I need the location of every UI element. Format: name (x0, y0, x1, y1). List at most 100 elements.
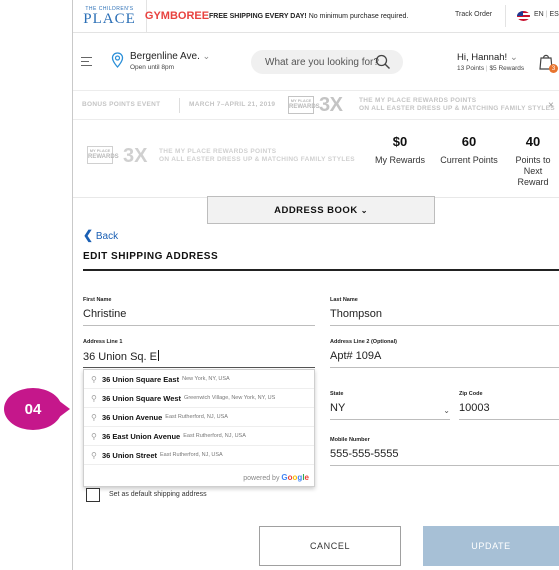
back-link[interactable]: ❮ Back (83, 228, 118, 242)
hamburger-menu-icon[interactable] (81, 57, 92, 69)
address-line1-value: 36 Union Sq. E (83, 351, 157, 363)
autocomplete-suggestion[interactable]: ⚲ 36 Union Square East New York, NY, USA (84, 370, 314, 389)
cancel-button[interactable]: CANCEL (259, 526, 401, 566)
free-shipping-message: FREE SHIPPING EVERY DAY! No minimum purc… (209, 13, 408, 20)
last-name-label: Last Name (330, 297, 358, 303)
powered-by-text: powered by (243, 475, 280, 482)
gymboree-logo[interactable]: GYMBOREE (145, 0, 209, 33)
suggestion-secondary: East Rutherford, NJ, USA (183, 433, 246, 439)
field-underline (330, 419, 450, 420)
lang-en[interactable]: EN (534, 11, 544, 18)
page-title: EDIT SHIPPING ADDRESS (83, 251, 219, 262)
autocomplete-suggestion[interactable]: ⚲ 36 Union Avenue East Rutherford, NJ, U… (84, 408, 314, 427)
field-underline (83, 367, 315, 368)
suggestion-main: 36 East Union Avenue (102, 431, 181, 441)
stat-label: Points to Next Reward (515, 155, 551, 187)
address-book-label: ADDRESS BOOK (274, 204, 358, 216)
first-name-label: First Name (83, 297, 112, 303)
update-button[interactable]: UPDATE (423, 526, 559, 566)
search-icon[interactable] (375, 54, 391, 70)
autocomplete-suggestion[interactable]: ⚲ 36 East Union Avenue East Rutherford, … (84, 427, 314, 446)
map-marker-icon: ⚲ (91, 374, 97, 384)
free-shipping-bold: FREE SHIPPING EVERY DAY! (209, 12, 307, 20)
suggestion-secondary: East Rutherford, NJ, USA (160, 452, 223, 458)
map-marker-icon: ⚲ (91, 393, 97, 403)
promo-line1: THE MY PLACE REWARDS POINTS (359, 97, 477, 104)
close-icon[interactable]: × (548, 100, 554, 111)
tcp-logo[interactable]: THE CHILDREN'S PLACE (73, 0, 147, 33)
app-window: THE CHILDREN'S PLACE GYMBOREE FREE SHIPP… (73, 0, 559, 570)
free-shipping-rest: No minimum purchase required. (306, 12, 409, 20)
field-underline (330, 465, 559, 466)
address-autocomplete-dropdown: ⚲ 36 Union Square East New York, NY, USA… (83, 369, 315, 487)
stat-value: 60 (461, 134, 477, 149)
address-line1-field[interactable]: Address Line 1 36 Union Sq. E (83, 339, 315, 368)
stat-points-to-next: 40 Points to Next Reward (507, 134, 559, 188)
points-count: 13 Points (457, 65, 485, 72)
stat-my-rewards: $0 My Rewards (365, 134, 435, 166)
logo-mid: REWARDS (88, 154, 119, 160)
state-value[interactable]: NY (330, 402, 450, 416)
address-line2-label: Address Line 2 (Optional) (330, 339, 397, 345)
first-name-value[interactable]: Christine (83, 308, 315, 322)
address-line1-input[interactable]: 36 Union Sq. E (83, 350, 315, 364)
powered-by-google: powered by Google (243, 473, 309, 482)
store-name: Bergenline Ave. (130, 51, 200, 62)
us-flag-icon[interactable] (517, 11, 530, 21)
chevron-down-icon[interactable]: ⌄ (443, 406, 450, 415)
stat-label: Current Points (440, 155, 498, 165)
suggestion-secondary: East Rutherford, NJ, USA (165, 414, 228, 420)
suggestion-secondary: New York, NY, USA (182, 376, 230, 382)
map-marker-icon: ⚲ (91, 412, 97, 422)
zip-code-value[interactable]: 10003 (459, 402, 559, 416)
promo-divider (179, 98, 180, 113)
address-book-dropdown[interactable]: ADDRESS BOOK ⌄ (207, 196, 435, 224)
last-name-field[interactable]: Last Name Thompson (330, 297, 559, 326)
rewards-line1: THE MY PLACE REWARDS POINTS (159, 148, 277, 155)
cart-count-badge: 3 (549, 64, 558, 73)
promo-event: BONUS POINTS EVENT (82, 101, 161, 108)
language-switch[interactable]: EN | ES (534, 11, 559, 18)
last-name-value[interactable]: Thompson (330, 308, 559, 322)
suggestion-main: 36 Union Avenue (102, 412, 163, 422)
default-address-checkbox[interactable] (86, 488, 100, 502)
mobile-number-field[interactable]: Mobile Number 555-555-5555 (330, 437, 559, 466)
stat-current-points: 60 Current Points (435, 134, 503, 166)
map-marker-icon: ⚲ (91, 431, 97, 441)
divider (505, 5, 506, 27)
logo-mid: REWARDS (289, 104, 320, 110)
address-line2-value[interactable]: Apt# 109A (330, 350, 559, 364)
lang-sep: | (545, 11, 548, 18)
store-selector[interactable]: Bergenline Ave. ⌄ (130, 51, 210, 62)
stat-label: My Rewards (374, 155, 425, 165)
rewards-summary: MY PLACE REWARDS 3X THE MY PLACE REWARDS… (73, 121, 559, 197)
zip-code-label: Zip Code (459, 391, 483, 397)
chevron-down-icon: ⌄ (509, 52, 518, 63)
rewards-amount: $5 Rewards (489, 65, 525, 72)
field-underline (83, 325, 315, 326)
state-select[interactable]: State NY ⌄ (330, 391, 450, 420)
first-name-field[interactable]: First Name Christine (83, 297, 315, 326)
store-hours: Open until 8pm (130, 64, 175, 71)
search-input[interactable]: What are you looking for? (251, 50, 403, 74)
track-order-link[interactable]: Track Order (455, 11, 492, 18)
promo-description: THE MY PLACE REWARDS POINTS ON ALL EASTER… (359, 97, 555, 113)
map-pin-icon[interactable] (111, 52, 124, 68)
autocomplete-suggestion[interactable]: ⚲ 36 Union Street East Rutherford, NJ, U… (84, 446, 314, 465)
account-menu[interactable]: Hi, Hannah! ⌄ (457, 52, 518, 63)
tcp-logo-big: PLACE (83, 10, 136, 27)
chevron-left-icon: ❮ (83, 228, 94, 242)
autocomplete-suggestion[interactable]: ⚲ 36 Union Square West Greenwich Village… (84, 389, 314, 408)
map-marker-icon: ⚲ (91, 450, 97, 460)
google-logo: Google (281, 473, 309, 482)
lang-es[interactable]: ES (549, 11, 558, 18)
mobile-number-value[interactable]: 555-555-5555 (330, 448, 559, 462)
zip-code-field[interactable]: Zip Code 10003 (459, 391, 559, 420)
suggestion-main: 36 Union Square East (102, 374, 180, 384)
suggestion-secondary: Greenwich Village, New York, NY, US (184, 395, 276, 401)
promo-banner[interactable]: BONUS POINTS EVENT MARCH 7–APRIL 21, 201… (73, 90, 559, 120)
chevron-down-icon: ⌄ (202, 51, 211, 61)
address-line2-field[interactable]: Address Line 2 (Optional) Apt# 109A (330, 339, 559, 368)
default-address-label: Set as default shipping address (109, 491, 207, 498)
promo-dates: MARCH 7–APRIL 21, 2019 (189, 101, 276, 108)
